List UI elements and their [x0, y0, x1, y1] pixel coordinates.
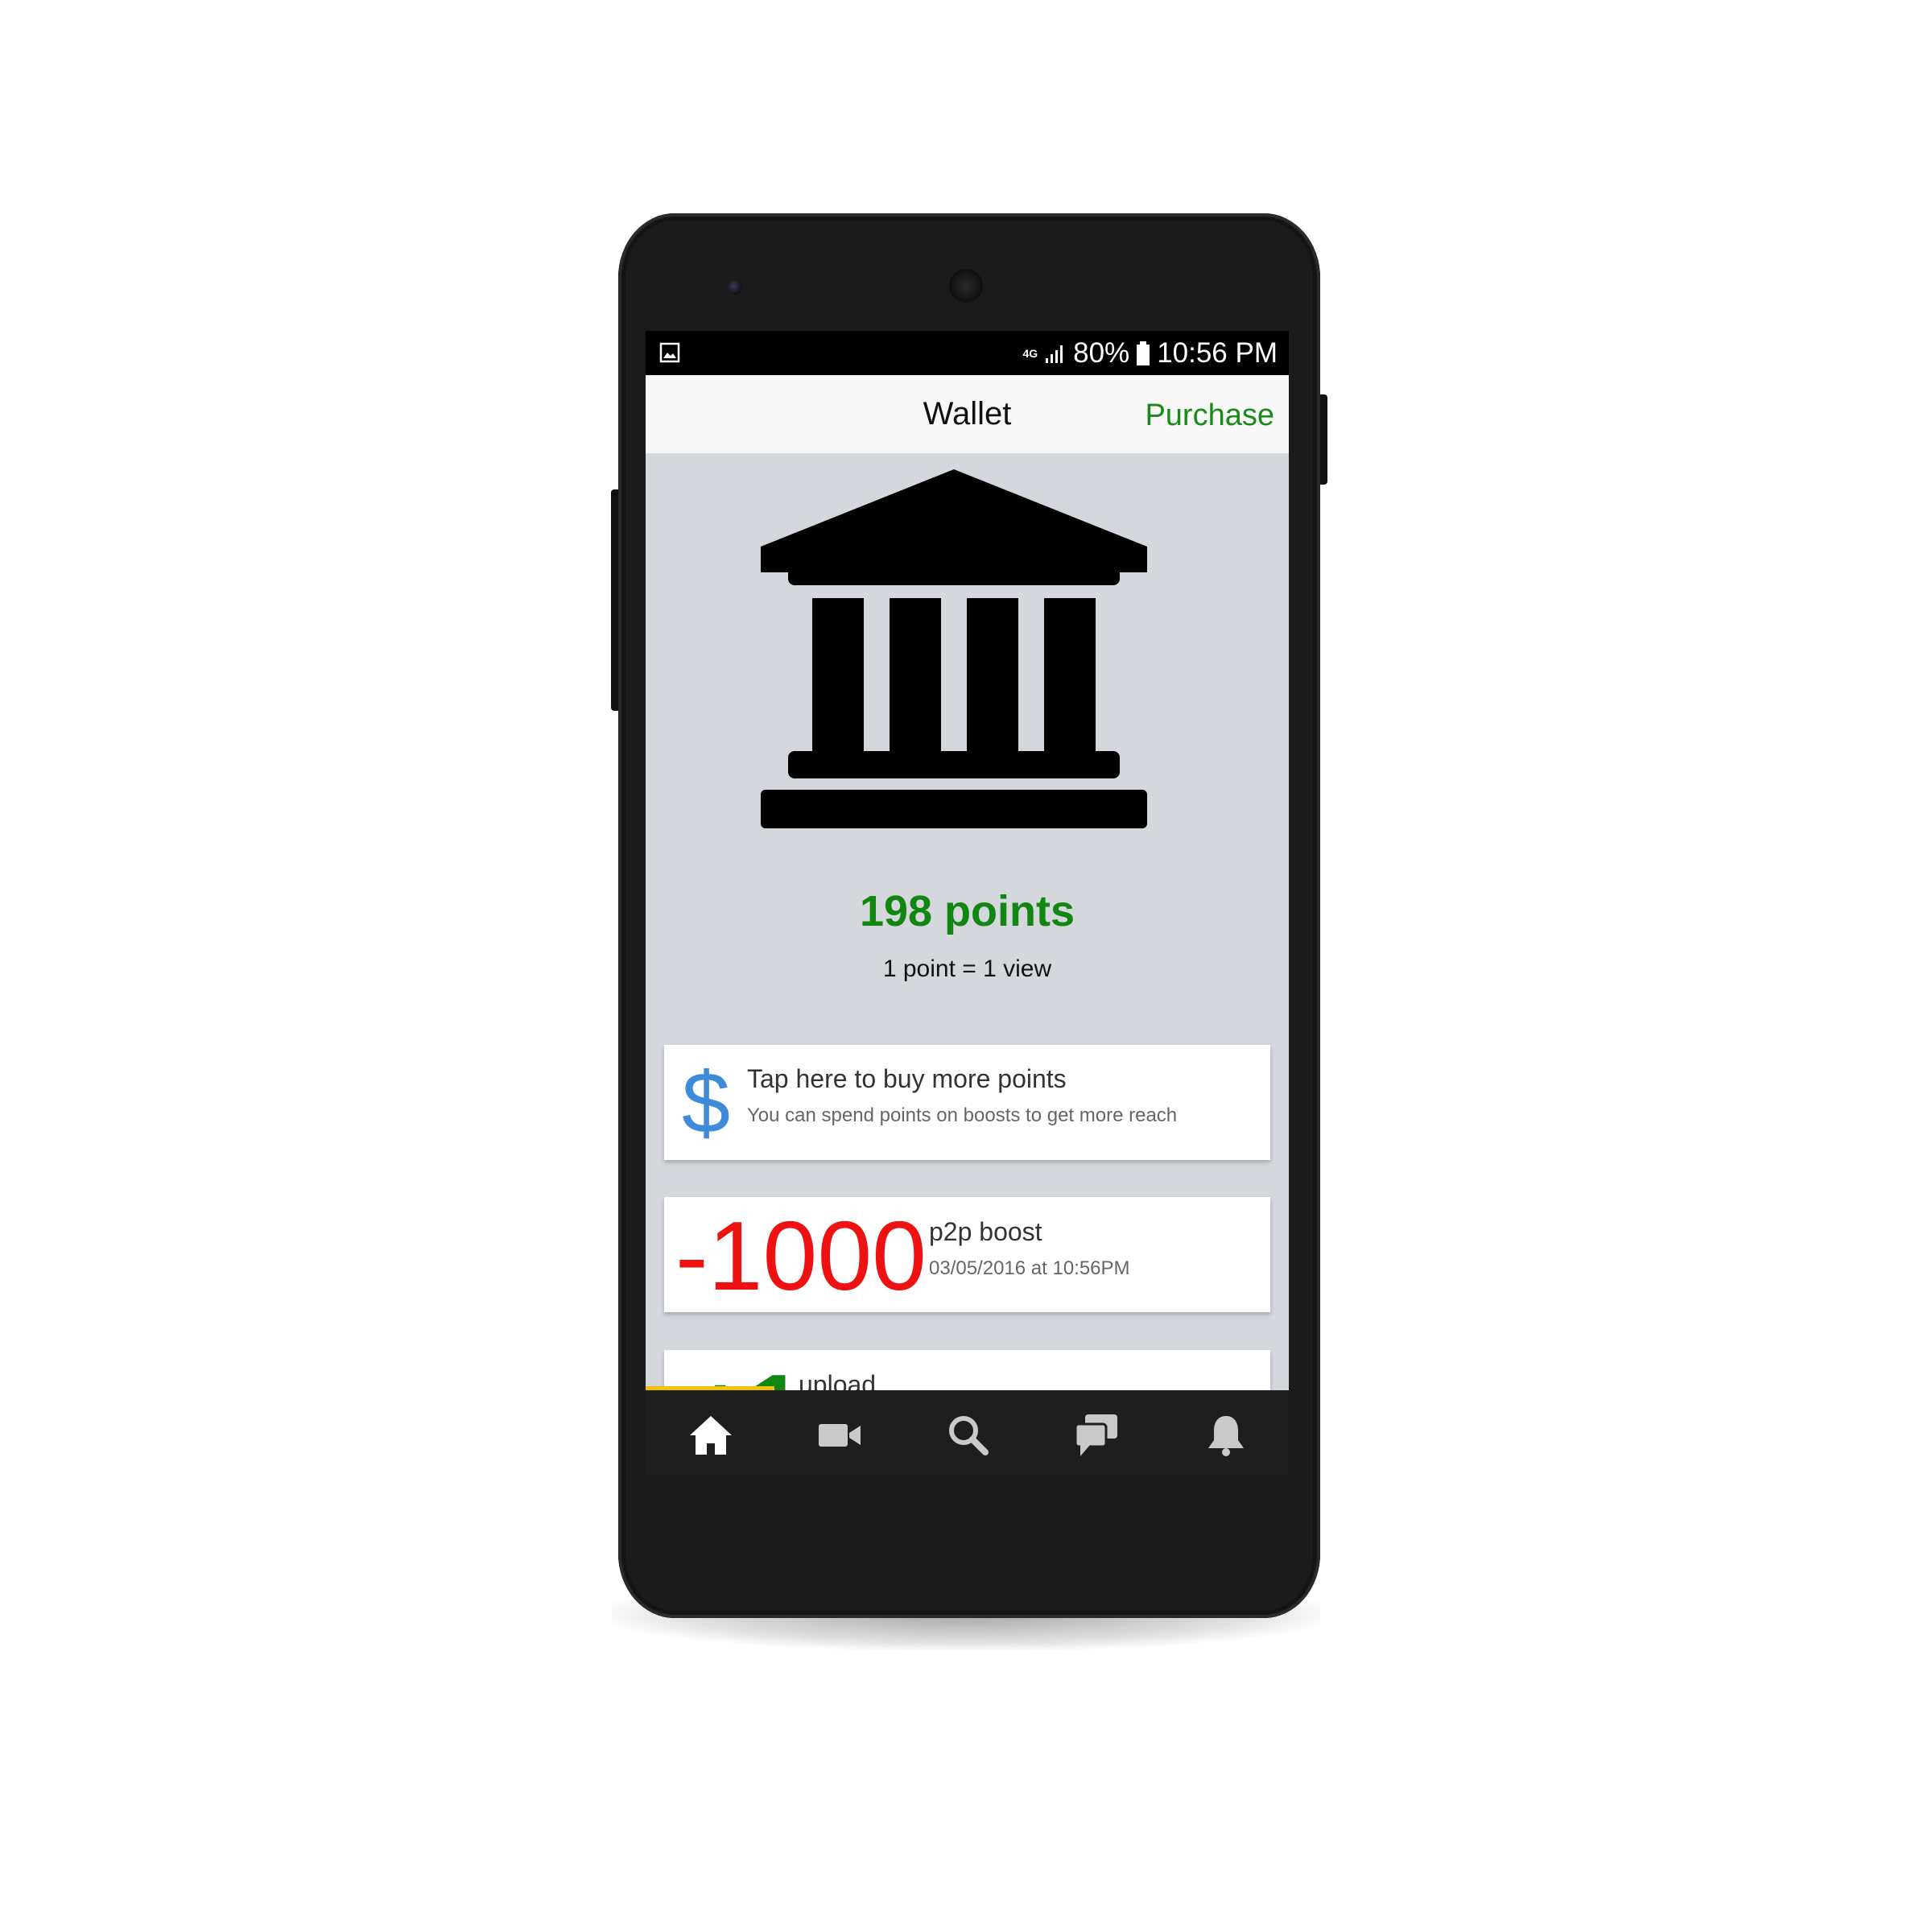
status-bar: 4G 80% 10:56 PM	[646, 331, 1289, 375]
buy-points-card[interactable]: $ Tap here to buy more points You can sp…	[664, 1045, 1270, 1160]
search-icon	[949, 1416, 989, 1455]
purchase-button[interactable]: Purchase	[1145, 398, 1274, 433]
home-icon	[690, 1416, 732, 1455]
transaction-title: p2p boost	[929, 1217, 1042, 1246]
app-header: Wallet Purchase	[646, 375, 1289, 453]
video-camera-icon	[819, 1424, 861, 1447]
signal-icon	[1046, 345, 1063, 363]
dollar-icon: $	[682, 1054, 731, 1151]
phone-screen: 4G 80% 10:56 PM Wallet Purchase 198 poin…	[646, 331, 1289, 1476]
nav-video[interactable]	[815, 1411, 864, 1459]
transaction-row[interactable]: -1000 p2p boost 03/05/2016 at 10:56PM	[664, 1197, 1270, 1312]
chat-icon	[1074, 1414, 1117, 1456]
buy-points-subtitle: You can spend points on boosts to get mo…	[747, 1104, 1178, 1126]
image-notification-icon	[659, 342, 680, 363]
battery-icon	[1137, 341, 1150, 365]
network-type: 4G	[1022, 346, 1038, 360]
battery-percent: 80%	[1073, 336, 1130, 369]
earpiece-speaker	[949, 269, 983, 303]
nav-messages[interactable]	[1072, 1411, 1121, 1459]
front-camera	[728, 280, 742, 295]
buy-points-title: Tap here to buy more points	[747, 1064, 1067, 1093]
points-balance: 198 points	[859, 887, 1075, 935]
nav-notifications[interactable]	[1202, 1411, 1250, 1459]
nav-search[interactable]	[943, 1411, 992, 1459]
points-rate: 1 point = 1 view	[882, 956, 1052, 982]
bell-icon	[1208, 1416, 1244, 1456]
clock: 10:56 PM	[1157, 336, 1278, 369]
bottom-nav	[646, 1390, 1289, 1476]
bank-icon	[761, 469, 1147, 828]
transaction-amount: -1000	[675, 1201, 927, 1311]
transaction-date: 03/05/2016 at 10:56PM	[929, 1257, 1130, 1279]
nav-home[interactable]	[687, 1411, 735, 1459]
